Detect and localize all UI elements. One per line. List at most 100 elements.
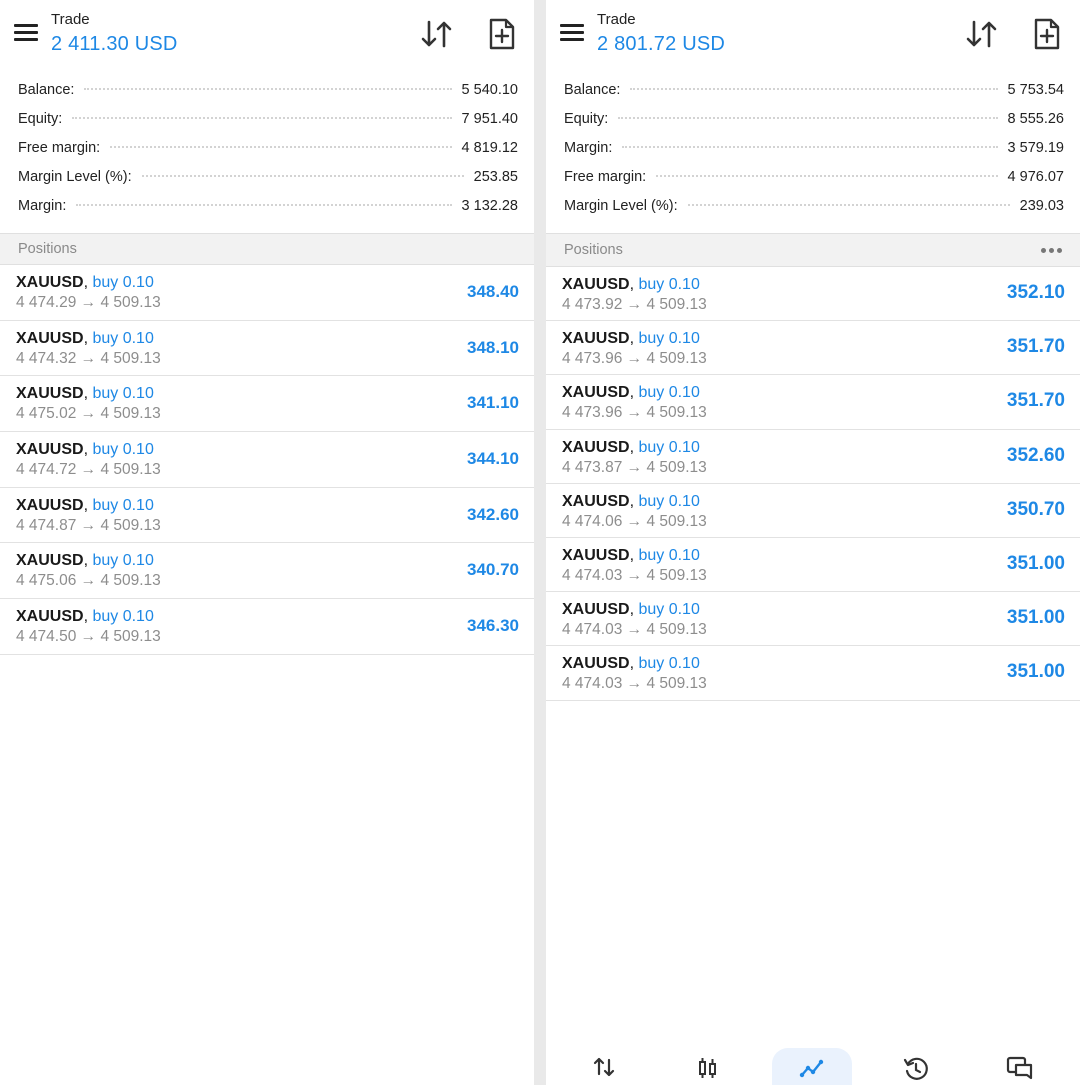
position-prices: 4 473.96 → 4 509.13	[562, 350, 707, 368]
position-symbol: XAUUSD	[562, 330, 630, 348]
nav-chart[interactable]	[668, 1048, 748, 1085]
menu-icon[interactable]	[560, 24, 584, 42]
position-profit: 348.10	[467, 337, 519, 357]
position-row[interactable]: XAUUSD, buy 0.10 4 475.02 → 4 509.13 341…	[0, 376, 534, 433]
section-title: Positions	[564, 242, 623, 258]
position-row[interactable]: XAUUSD, buy 0.10 4 474.06 → 4 509.13 350…	[546, 484, 1080, 538]
stat-value: 5 753.54	[1007, 82, 1064, 98]
position-profit: 351.00	[1006, 552, 1065, 574]
position-profit: 351.00	[1006, 607, 1065, 629]
stat-label: Equity:	[564, 111, 609, 127]
position-symbol: XAUUSD	[16, 496, 84, 514]
position-profit: 351.70	[1006, 336, 1065, 358]
stat-value: 7 951.40	[461, 111, 518, 127]
stat-margin: Margin: 3 579.19	[564, 140, 1064, 169]
position-side: buy 0.10	[638, 546, 700, 564]
position-prices: 4 473.96 → 4 509.13	[562, 404, 707, 422]
position-side: buy 0.10	[92, 274, 154, 291]
position-symbol: XAUUSD	[16, 385, 84, 403]
stat-label: Equity:	[18, 111, 63, 127]
position-profit: 351.00	[1006, 661, 1065, 683]
stat-balance: Balance: 5 753.54	[564, 82, 1064, 111]
position-prices: 4 474.87 → 4 509.13	[16, 516, 161, 534]
position-symbol: XAUUSD	[16, 274, 84, 291]
nav-trade[interactable]	[772, 1048, 852, 1085]
app-header: Trade 2 411.30 USD	[0, 0, 534, 76]
trade-panel-right: Trade 2 801.72 USD Balance: 5 753.54 Equi…	[546, 0, 1080, 1085]
stat-value: 8 555.26	[1007, 111, 1064, 127]
stat-margin-level: Margin Level (%): 253.85	[18, 169, 518, 198]
position-profit: 352.10	[1006, 282, 1065, 303]
positions-list: XAUUSD, buy 0.10 4 474.29 → 4 509.13 348…	[0, 265, 534, 655]
position-profit: 352.60	[1006, 444, 1065, 466]
bottom-navigation	[546, 1048, 1080, 1085]
position-row[interactable]: XAUUSD, buy 0.10 4 474.03 → 4 509.13 351…	[546, 592, 1080, 647]
sort-icon[interactable]	[965, 18, 999, 50]
page-title: Trade	[51, 11, 90, 28]
position-row[interactable]: XAUUSD, buy 0.10 4 474.03 → 4 509.13 351…	[546, 646, 1080, 701]
position-side: buy 0.10	[92, 329, 154, 347]
position-prices: 4 473.92 → 4 509.13	[562, 296, 707, 313]
position-profit: 342.60	[467, 504, 519, 524]
menu-icon[interactable]	[14, 24, 38, 42]
position-prices: 4 475.06 → 4 509.13	[16, 572, 161, 590]
position-profit: 348.40	[467, 282, 519, 301]
position-symbol: XAUUSD	[16, 441, 84, 459]
position-row[interactable]: XAUUSD, buy 0.10 4 474.32 → 4 509.13 348…	[0, 321, 534, 377]
stat-margin-level: Margin Level (%): 239.03	[564, 198, 1064, 227]
profit-total: 2 801.72 USD	[597, 33, 726, 55]
position-row[interactable]: XAUUSD, buy 0.10 4 474.50 → 4 509.13 346…	[0, 599, 534, 655]
positions-list: XAUUSD, buy 0.10 4 473.92 → 4 509.13 352…	[546, 267, 1080, 701]
position-prices: 4 474.29 → 4 509.13	[16, 294, 161, 311]
stat-balance: Balance: 5 540.10	[18, 82, 518, 111]
position-side: buy 0.10	[638, 438, 700, 456]
position-prices: 4 474.50 → 4 509.13	[16, 628, 161, 646]
position-row[interactable]: XAUUSD, buy 0.10 4 473.96 → 4 509.13 351…	[546, 375, 1080, 430]
nav-messages[interactable]	[980, 1048, 1060, 1085]
messages-icon	[1006, 1056, 1033, 1080]
stat-label: Margin Level (%):	[18, 169, 132, 185]
stat-value: 4 976.07	[1007, 169, 1064, 185]
nav-history[interactable]	[876, 1048, 956, 1085]
position-side: buy 0.10	[638, 276, 700, 293]
position-profit: 344.10	[467, 449, 519, 469]
position-symbol: XAUUSD	[562, 276, 630, 293]
stat-label: Balance:	[18, 82, 75, 98]
position-row[interactable]: XAUUSD, buy 0.10 4 473.87 → 4 509.13 352…	[546, 430, 1080, 484]
position-row[interactable]: XAUUSD, buy 0.10 4 474.29 → 4 509.13 348…	[0, 265, 534, 321]
position-profit: 351.70	[1006, 390, 1065, 412]
position-side: buy 0.10	[638, 492, 700, 510]
position-row[interactable]: XAUUSD, buy 0.10 4 474.03 → 4 509.13 351…	[546, 538, 1080, 593]
position-side: buy 0.10	[92, 496, 154, 514]
positions-header: Positions	[546, 233, 1080, 267]
stat-value: 239.03	[1019, 198, 1064, 214]
position-row[interactable]: XAUUSD, buy 0.10 4 474.72 → 4 509.13 344…	[0, 432, 534, 488]
new-order-icon[interactable]	[487, 17, 517, 51]
position-row[interactable]: XAUUSD, buy 0.10 4 473.92 → 4 509.13 352…	[546, 267, 1080, 322]
stat-label: Free margin:	[564, 169, 647, 185]
quotes-icon	[593, 1057, 615, 1077]
chart-icon	[699, 1058, 716, 1078]
position-row[interactable]: XAUUSD, buy 0.10 4 474.87 → 4 509.13 342…	[0, 488, 534, 544]
section-title: Positions	[18, 241, 77, 257]
history-icon	[903, 1057, 928, 1080]
positions-header: Positions	[0, 233, 534, 265]
position-side: buy 0.10	[638, 384, 700, 402]
sort-icon[interactable]	[420, 18, 454, 50]
position-row[interactable]: XAUUSD, buy 0.10 4 473.96 → 4 509.13 351…	[546, 321, 1080, 376]
trade-panel-left: Trade 2 411.30 USD Balance: 5 540.10 Equi…	[0, 0, 534, 1085]
more-options-icon[interactable]	[1041, 247, 1062, 253]
stat-value: 5 540.10	[461, 82, 518, 98]
position-row[interactable]: XAUUSD, buy 0.10 4 475.06 → 4 509.13 340…	[0, 543, 534, 600]
new-order-icon[interactable]	[1032, 17, 1062, 51]
position-side: buy 0.10	[638, 601, 700, 619]
position-symbol: XAUUSD	[562, 655, 630, 673]
position-profit: 350.70	[1006, 498, 1065, 520]
position-profit: 346.30	[467, 616, 519, 636]
nav-quotes[interactable]	[564, 1048, 644, 1085]
position-side: buy 0.10	[92, 441, 154, 459]
position-prices: 4 474.06 → 4 509.13	[562, 512, 707, 530]
position-symbol: XAUUSD	[562, 546, 630, 564]
position-prices: 4 474.32 → 4 509.13	[16, 349, 161, 367]
position-symbol: XAUUSD	[562, 601, 630, 619]
